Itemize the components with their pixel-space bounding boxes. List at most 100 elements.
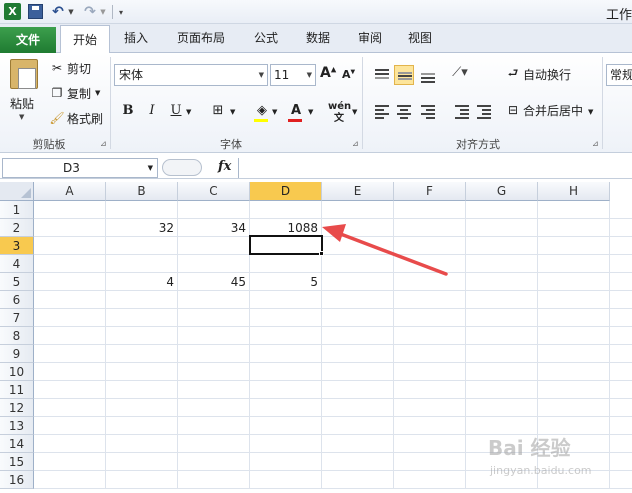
number-format-select[interactable]: 常规 (606, 64, 632, 86)
row-header-13[interactable]: 13 (0, 417, 34, 435)
formula-input[interactable] (238, 158, 632, 178)
font-color-dropdown-icon[interactable]: ▼ (308, 108, 313, 116)
tab-data[interactable]: 数据 (296, 24, 340, 53)
spreadsheet-grid[interactable]: A B C D E F G H 1 2 3 4 5 6 7 8 9 10 11 12 13 14 15 16 32 34 1088 4… (0, 182, 632, 493)
row-header-2[interactable]: 2 (0, 219, 34, 237)
wrap-text-icon: ⮐ (507, 65, 519, 80)
column-header-b[interactable]: B (106, 182, 178, 201)
row-header-9[interactable]: 9 (0, 345, 34, 363)
column-header-c[interactable]: C (178, 182, 250, 201)
font-color-swatch (288, 119, 302, 122)
cell-b5[interactable]: 4 (106, 273, 178, 291)
font-launcher-icon[interactable]: ⊿ (352, 139, 359, 148)
column-header-h[interactable]: H (538, 182, 610, 201)
redo-dropdown-icon[interactable]: ▼ (99, 3, 107, 21)
row-header-6[interactable]: 6 (0, 291, 34, 309)
select-all-corner[interactable] (0, 182, 34, 201)
alignment-launcher-icon[interactable]: ⊿ (592, 139, 599, 148)
merge-dropdown-icon[interactable]: ▼ (588, 108, 593, 116)
row-header-15[interactable]: 15 (0, 453, 34, 471)
font-color-icon[interactable]: A (286, 101, 306, 121)
tab-view[interactable]: 视图 (398, 24, 442, 53)
tab-review[interactable]: 审阅 (348, 24, 392, 53)
paste-button[interactable]: 粘贴 (10, 95, 34, 112)
phonetic-guide-icon[interactable]: wén 文 (328, 101, 351, 124)
cut-button[interactable]: ✂ 剪切 (50, 59, 91, 77)
grow-font-icon[interactable]: A▲ (320, 65, 336, 81)
undo-dropdown-icon[interactable]: ▼ (67, 3, 75, 21)
grid-row-line (34, 434, 632, 435)
phonetic-dropdown-icon[interactable]: ▼ (352, 108, 357, 116)
column-header-g[interactable]: G (466, 182, 538, 201)
tab-page-layout[interactable]: 页面布局 (168, 24, 234, 53)
orientation-icon[interactable]: ⟋▾ (450, 65, 470, 85)
chevron-down-icon[interactable]: ▼ (307, 65, 312, 85)
column-header-a[interactable]: A (34, 182, 106, 201)
fill-color-icon[interactable]: ◈ (252, 101, 272, 121)
italic-button[interactable]: I (142, 101, 162, 121)
decrease-indent-icon[interactable] (452, 101, 472, 121)
row-header-3[interactable]: 3 (0, 237, 34, 255)
excel-icon[interactable]: X (4, 3, 21, 20)
cell-c5[interactable]: 45 (178, 273, 250, 291)
row-header-1[interactable]: 1 (0, 201, 34, 219)
chevron-down-icon[interactable]: ▼ (259, 65, 264, 85)
copy-button[interactable]: ❐ 复制 ▼ (50, 84, 101, 102)
column-header-f[interactable]: F (394, 182, 466, 201)
align-middle-icon[interactable] (394, 65, 414, 85)
bold-button[interactable]: B (118, 101, 138, 121)
underline-dropdown-icon[interactable]: ▼ (186, 108, 191, 116)
chevron-down-icon[interactable]: ▼ (148, 159, 153, 177)
clipboard-launcher-icon[interactable]: ⊿ (100, 139, 107, 148)
column-header-d[interactable]: D (250, 182, 322, 201)
paste-icon[interactable] (10, 59, 38, 89)
wrap-text-button[interactable]: ⮐ 自动换行 (506, 65, 571, 83)
insert-function-icon[interactable]: fx (218, 159, 231, 174)
row-header-4[interactable]: 4 (0, 255, 34, 273)
column-header-e[interactable]: E (322, 182, 394, 201)
name-box[interactable]: D3 ▼ (2, 158, 158, 178)
tab-home[interactable]: 开始 (60, 25, 110, 55)
row-header-10[interactable]: 10 (0, 363, 34, 381)
cell-b2[interactable]: 32 (106, 219, 178, 237)
format-painter-button[interactable]: 🖌 格式刷 (49, 109, 103, 127)
align-bottom-icon[interactable] (418, 65, 438, 85)
row-header-8[interactable]: 8 (0, 327, 34, 345)
paste-dropdown-icon[interactable]: ▼ (19, 113, 24, 121)
row-header-14[interactable]: 14 (0, 435, 34, 453)
customize-quick-access-icon[interactable]: ▾ (116, 3, 126, 21)
grid-row-line (34, 416, 632, 417)
borders-dropdown-icon[interactable]: ▼ (230, 108, 235, 116)
merge-center-button[interactable]: ⊟ 合并后居中 (506, 101, 583, 119)
font-name-select[interactable]: 宋体 ▼ (114, 64, 268, 86)
copy-dropdown-icon[interactable]: ▼ (95, 89, 100, 97)
tab-file[interactable]: 文件 (0, 27, 56, 53)
save-icon[interactable] (28, 4, 43, 19)
row-header-11[interactable]: 11 (0, 381, 34, 399)
align-center-icon[interactable] (394, 101, 414, 121)
underline-button[interactable]: U (166, 101, 186, 121)
cell-d5[interactable]: 5 (250, 273, 322, 291)
align-left-icon[interactable] (372, 101, 392, 121)
borders-icon[interactable]: ⊞ (208, 101, 228, 121)
fill-color-dropdown-icon[interactable]: ▼ (272, 108, 277, 116)
font-size-select[interactable]: 11 ▼ (270, 64, 316, 86)
redo-icon[interactable]: ↷ (82, 3, 98, 21)
fill-handle[interactable] (319, 251, 324, 256)
cell-c2[interactable]: 34 (178, 219, 250, 237)
undo-icon[interactable]: ↶ (50, 3, 66, 21)
row-header-5[interactable]: 5 (0, 273, 34, 291)
grid-column-line (465, 201, 466, 489)
tab-insert[interactable]: 插入 (114, 24, 158, 53)
align-right-icon[interactable] (418, 101, 438, 121)
row-header-16[interactable]: 16 (0, 471, 34, 489)
cell-d2[interactable]: 1088 (250, 219, 322, 237)
align-top-icon[interactable] (372, 65, 392, 85)
shrink-font-icon[interactable]: A▼ (342, 68, 355, 81)
paintbrush-icon: 🖌 (49, 111, 65, 125)
row-header-7[interactable]: 7 (0, 309, 34, 327)
formula-bar-handle[interactable] (162, 159, 202, 176)
row-header-12[interactable]: 12 (0, 399, 34, 417)
increase-indent-icon[interactable] (474, 101, 494, 121)
tab-formulas[interactable]: 公式 (244, 24, 288, 53)
